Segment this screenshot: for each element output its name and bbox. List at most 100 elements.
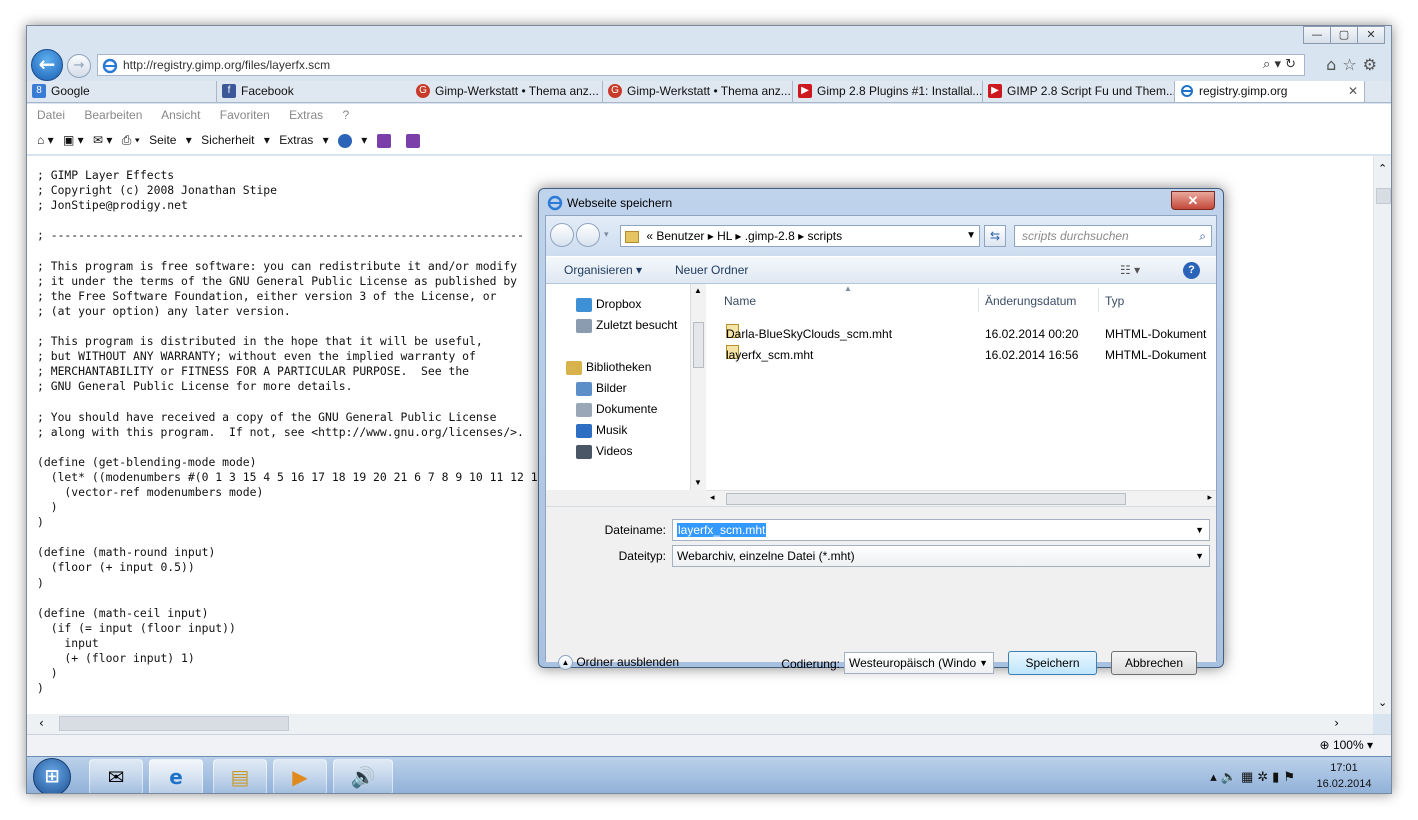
page-menu[interactable]: Seite ▾	[149, 133, 192, 147]
nav-musik[interactable]: Musik	[576, 420, 627, 440]
navigation-pane: Dropbox Zuletzt besucht Bibliotheken Bil…	[546, 284, 706, 490]
maximize-button[interactable]: ▢	[1330, 26, 1358, 44]
nav-bibliotheken[interactable]: Bibliotheken	[566, 357, 651, 377]
taskbar-internet-explorer[interactable]: e	[149, 759, 203, 793]
windows-logo-icon: ⊞	[44, 766, 60, 787]
minimize-button[interactable]: —	[1303, 26, 1331, 44]
menu-ansicht[interactable]: Ansicht	[161, 108, 200, 122]
file-row[interactable]: Darla-BlueSkyClouds_scm.mht 16.02.2014 0…	[706, 324, 1216, 344]
start-button[interactable]: ⊞	[33, 758, 71, 793]
back-button[interactable]	[550, 223, 574, 247]
menu-bearbeiten[interactable]: Bearbeiten	[84, 108, 142, 122]
taskbar-media-player[interactable]: ▶	[273, 759, 327, 793]
back-button[interactable]: ←	[31, 49, 63, 81]
dialog-close-button[interactable]: ✕	[1171, 191, 1215, 210]
path-row: ▾ « Benutzer ▸ HL ▸ .gimp-2.8 ▸ scripts …	[546, 216, 1216, 256]
print-icon[interactable]: ⎙ ▾	[122, 133, 140, 147]
breadcrumb-hl[interactable]: HL	[717, 229, 732, 243]
nav-dropbox[interactable]: Dropbox	[576, 294, 641, 314]
organize-button[interactable]: Organisieren ▾	[564, 257, 642, 283]
forward-button[interactable]: →	[67, 54, 91, 78]
chevron-down-icon[interactable]: ▼	[1195, 546, 1204, 566]
scrollbar-thumb[interactable]	[693, 322, 704, 368]
horizontal-scrollbar[interactable]: ‹ ›	[27, 714, 1373, 734]
view-options-icon[interactable]: ☷ ▾	[1120, 257, 1140, 283]
filename-input[interactable]: layerfx_scm.mht ▼	[672, 519, 1210, 541]
menu-help[interactable]: ?	[343, 108, 350, 122]
search-input[interactable]: scripts durchsuchen ⌕	[1014, 225, 1212, 247]
column-date[interactable]: Änderungsdatum	[985, 294, 1076, 308]
nav-videos[interactable]: Videos	[576, 441, 632, 461]
search-refresh-icons[interactable]: ⌕ ▾ ↻	[1263, 57, 1296, 72]
home-favorites-tools-icons[interactable]: ⌂☆⚙	[1326, 55, 1383, 74]
ie-logo-icon	[1181, 85, 1193, 97]
tab-youtube-plugins[interactable]: ▶ Gimp 2.8 Plugins #1: Installal...	[793, 81, 983, 102]
tab-youtube-script-fu[interactable]: ▶ GIMP 2.8 Script Fu und Them...	[983, 81, 1175, 102]
encoding-select[interactable]: Westeuropäisch (Windo ▼	[844, 652, 994, 674]
column-type[interactable]: Typ	[1105, 294, 1124, 308]
tab-gimp-werkstatt-1[interactable]: G Gimp-Werkstatt • Thema anz...	[411, 81, 603, 102]
close-window-button[interactable]: ✕	[1357, 26, 1385, 44]
hide-folders-toggle[interactable]: ▲ Ordner ausblenden	[558, 655, 679, 671]
security-menu[interactable]: Sicherheit ▾	[201, 133, 270, 147]
feeds-icon[interactable]: ▣ ▾	[63, 133, 84, 147]
zoom-control[interactable]: ⊕ 100% ▾	[1320, 738, 1373, 752]
chevron-down-icon[interactable]: ▼	[966, 226, 976, 246]
breadcrumb-benutzer[interactable]: Benutzer	[656, 229, 704, 243]
nav-zuletzt-besucht[interactable]: Zuletzt besucht	[576, 315, 677, 335]
breadcrumb[interactable]: « Benutzer ▸ HL ▸ .gimp-2.8 ▸ scripts ▼	[620, 225, 980, 247]
favorite-facebook[interactable]: f Facebook	[217, 81, 411, 102]
close-tab-icon[interactable]: ✕	[1348, 81, 1358, 102]
navigation-scrollbar[interactable]: ▲ ▼	[690, 284, 706, 490]
scroll-right-icon[interactable]: ▸	[1207, 492, 1212, 503]
menu-extras[interactable]: Extras	[289, 108, 323, 122]
breadcrumb-gimp[interactable]: .gimp-2.8	[745, 229, 795, 243]
scrollbar-thumb[interactable]	[1376, 188, 1391, 204]
taskbar-volume[interactable]: 🔊	[333, 759, 393, 793]
onenote-icon[interactable]	[406, 133, 426, 148]
chevron-down-icon[interactable]: ▼	[979, 653, 988, 673]
breadcrumb-scripts[interactable]: scripts	[807, 229, 842, 243]
refresh-button[interactable]: ⇆	[984, 225, 1006, 247]
filetype-select[interactable]: Webarchiv, einzelne Datei (*.mht) ▼	[672, 545, 1210, 567]
tab-registry-gimp[interactable]: registry.gimp.org ✕	[1175, 81, 1365, 102]
scroll-left-icon[interactable]: ◂	[710, 492, 715, 503]
cancel-button[interactable]: Abbrechen	[1111, 651, 1197, 675]
file-list: Name ▲ Änderungsdatum Typ Darla-BlueSkyC…	[706, 284, 1216, 490]
scroll-down-icon[interactable]: ⌄	[1378, 696, 1387, 709]
file-row[interactable]: layerfx_scm.mht 16.02.2014 16:56 MHTML-D…	[706, 345, 1216, 365]
scrollbar-thumb[interactable]	[59, 716, 289, 731]
onenote-icon[interactable]	[376, 133, 397, 148]
home-icon[interactable]: ⌂ ▾	[37, 133, 54, 147]
scroll-right-icon[interactable]: ›	[1334, 716, 1339, 730]
help-icon[interactable]: ?	[1183, 262, 1200, 279]
taskbar-explorer[interactable]: ▤	[213, 759, 267, 793]
forward-button[interactable]	[576, 223, 600, 247]
extras-menu[interactable]: Extras ▾	[279, 133, 328, 147]
scrollbar-thumb[interactable]	[726, 493, 1126, 505]
clock[interactable]: 17:01 16.02.2014	[1309, 760, 1379, 792]
taskbar-thunderbird[interactable]: ✉	[89, 759, 143, 793]
save-button[interactable]: Speichern	[1008, 651, 1097, 675]
nav-dokumente[interactable]: Dokumente	[576, 399, 657, 419]
mail-icon[interactable]: ✉ ▾	[93, 133, 112, 147]
scroll-up-icon[interactable]: ▲	[694, 286, 702, 295]
youtube-icon: ▶	[988, 84, 1002, 98]
tray-icons[interactable]: ▴🔈▦✲▮⚑	[1210, 769, 1299, 785]
menu-favoriten[interactable]: Favoriten	[220, 108, 270, 122]
file-list-horizontal-scrollbar[interactable]: ◂ ▸	[706, 490, 1216, 506]
new-folder-button[interactable]: Neuer Ordner	[675, 257, 748, 283]
help-icon[interactable]: ▾	[337, 133, 367, 148]
tab-gimp-werkstatt-2[interactable]: G Gimp-Werkstatt • Thema anz...	[603, 81, 793, 102]
history-dropdown-icon[interactable]: ▾	[604, 229, 609, 240]
vertical-scrollbar[interactable]: ⌃ ⌄	[1373, 156, 1391, 714]
chevron-down-icon[interactable]: ▼	[1195, 520, 1204, 540]
favorite-google[interactable]: 8 Google	[27, 81, 217, 102]
scroll-up-icon[interactable]: ⌃	[1378, 162, 1387, 175]
column-name[interactable]: Name	[724, 294, 756, 308]
address-bar[interactable]: http://registry.gimp.org/files/layerfx.s…	[97, 54, 1305, 76]
scroll-down-icon[interactable]: ▼	[694, 478, 702, 487]
scroll-left-icon[interactable]: ‹	[39, 716, 44, 730]
nav-bilder[interactable]: Bilder	[576, 378, 627, 398]
menu-datei[interactable]: Datei	[37, 108, 65, 122]
